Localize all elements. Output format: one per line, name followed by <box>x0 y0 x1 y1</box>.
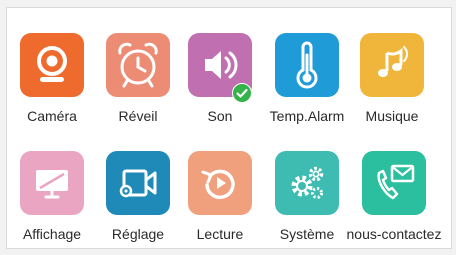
replay-icon <box>188 151 252 215</box>
thermometer-icon <box>275 33 339 97</box>
gears-icon <box>275 151 339 215</box>
menu-item-contact[interactable]: nous-contactez <box>347 151 441 255</box>
music-note-icon <box>360 33 424 97</box>
menu-item-label: nous-contactez <box>346 226 442 242</box>
check-icon <box>232 83 252 103</box>
menu-item-music[interactable]: Musique <box>347 33 437 137</box>
monitor-icon <box>20 151 84 215</box>
alarm-clock-icon <box>106 33 170 97</box>
phone-mail-icon <box>362 151 426 215</box>
video-settings-icon <box>106 151 170 215</box>
camera-icon <box>20 33 84 97</box>
menu-item-label: Musique <box>365 108 419 124</box>
